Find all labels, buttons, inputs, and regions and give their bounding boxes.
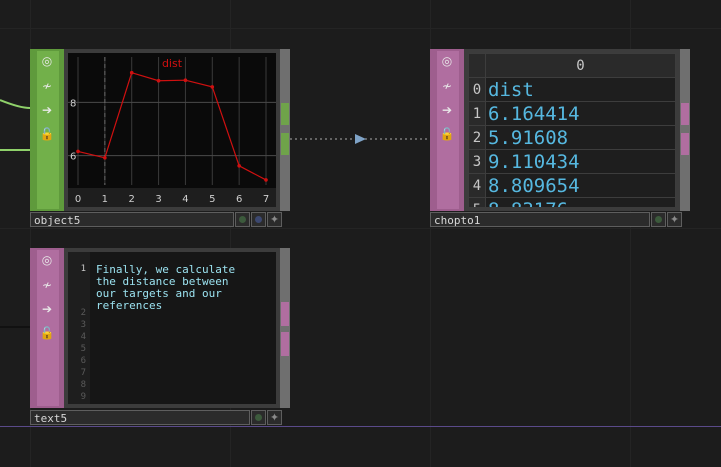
table-row: 3 9.110434 bbox=[468, 149, 676, 174]
data-point bbox=[103, 156, 107, 160]
node-name[interactable]: object5 bbox=[30, 212, 234, 227]
table-viewer[interactable]: 0 0 dist 1 6.164414 2 5.91608 3 9.110434 4 8.… bbox=[468, 53, 676, 207]
node-flags: ◎ ≁ ➔ 🔓 bbox=[30, 49, 64, 211]
text-editor[interactable]: 1 2 3 4 5 6 7 8 9 Finally, we calculate … bbox=[68, 252, 276, 404]
bypass-flag[interactable] bbox=[651, 212, 666, 227]
text5-node[interactable]: ◎ ≁ ➔ 🔓 1 2 3 4 5 6 7 8 9 Finally, we ca… bbox=[30, 248, 290, 428]
add-flag[interactable]: ✦ bbox=[667, 212, 682, 227]
data-point bbox=[156, 78, 161, 83]
table-row: 4 8.809654 bbox=[468, 173, 676, 198]
x-tick-label: 5 bbox=[209, 194, 215, 205]
x-tick-label: 3 bbox=[155, 194, 161, 205]
cell: 5.91608 bbox=[485, 125, 676, 150]
output-connector[interactable] bbox=[681, 133, 689, 155]
add-flag[interactable]: ✦ bbox=[267, 212, 282, 227]
output-connector[interactable] bbox=[681, 103, 689, 125]
cell: 6.164414 bbox=[485, 101, 676, 126]
display-flag[interactable] bbox=[251, 212, 266, 227]
cell: 8.83176 bbox=[485, 197, 676, 207]
output-connector[interactable] bbox=[281, 133, 289, 155]
x-tick-label: 0 bbox=[75, 194, 81, 205]
lock-icon[interactable]: 🔓 bbox=[38, 324, 56, 342]
table-row: 58.83176 bbox=[468, 197, 676, 207]
cook-icon[interactable]: ≁ bbox=[38, 276, 56, 294]
data-point bbox=[264, 178, 268, 182]
table-row: 0 dist bbox=[468, 77, 676, 102]
cell: 8.809654 bbox=[485, 173, 676, 198]
x-tick-label: 4 bbox=[182, 194, 188, 205]
node-flags: ◎ ≁ ➔ 🔓 bbox=[30, 248, 64, 408]
output-strip bbox=[680, 49, 690, 211]
lock-icon[interactable]: 🔓 bbox=[438, 125, 456, 143]
node-flags: ◎ ≁ ➔ 🔓 bbox=[430, 49, 464, 211]
node-name[interactable]: chopto1 bbox=[430, 212, 650, 227]
cell: dist bbox=[485, 77, 676, 102]
cell: 9.110434 bbox=[485, 149, 676, 174]
data-point bbox=[76, 149, 80, 154]
x-tick-label: 6 bbox=[236, 194, 242, 205]
bypass-flag[interactable] bbox=[235, 212, 250, 227]
output-strip bbox=[280, 49, 290, 211]
line-numbers: 1 2 3 4 5 6 7 8 9 bbox=[68, 252, 90, 404]
viewer-toggle-icon[interactable]: ◎ bbox=[38, 251, 56, 269]
series-line-dist bbox=[77, 71, 267, 181]
object5-node[interactable]: ◎ ≁ ➔ 🔓 8 6 0 1 2 3 4 5 6 7 dist object5 ✦ bbox=[30, 49, 290, 229]
export-arrow-icon[interactable]: ➔ bbox=[38, 300, 56, 318]
y-tick-label: 6 bbox=[70, 152, 76, 163]
lock-icon[interactable]: 🔓 bbox=[38, 125, 56, 143]
output-connector[interactable] bbox=[281, 332, 289, 356]
viewer-toggle-icon[interactable]: ◎ bbox=[438, 52, 456, 70]
data-point bbox=[237, 164, 241, 168]
export-arrow-icon[interactable]: ➔ bbox=[38, 101, 56, 119]
column-header: 0 bbox=[485, 53, 676, 78]
output-strip bbox=[280, 248, 290, 408]
link-arrow-icon bbox=[355, 134, 366, 144]
table-row: 1 6.164414 bbox=[468, 101, 676, 126]
input-wire-1 bbox=[0, 99, 31, 109]
chart-viewer[interactable]: 8 6 0 1 2 3 4 5 6 7 dist bbox=[68, 53, 276, 207]
data-point bbox=[129, 70, 134, 75]
export-arrow-icon[interactable]: ➔ bbox=[438, 101, 456, 119]
data-point bbox=[183, 78, 188, 82]
output-connector[interactable] bbox=[281, 302, 289, 326]
data-point bbox=[210, 85, 215, 89]
output-connector[interactable] bbox=[281, 103, 289, 125]
x-axis-strip bbox=[68, 188, 276, 207]
bypass-flag[interactable] bbox=[251, 410, 266, 425]
dist-chart: 8 6 0 1 2 3 4 5 6 7 dist bbox=[68, 57, 276, 207]
node-name[interactable]: text5 bbox=[30, 410, 250, 425]
add-flag[interactable]: ✦ bbox=[267, 410, 282, 425]
data-table: 0 0 dist 1 6.164414 2 5.91608 3 9.110434 4 8.… bbox=[468, 53, 676, 207]
y-tick-label: 8 bbox=[70, 98, 76, 109]
x-tick-label: 2 bbox=[129, 194, 135, 205]
x-tick-label: 1 bbox=[102, 194, 108, 205]
table-row: 2 5.91608 bbox=[468, 125, 676, 150]
series-label: dist bbox=[162, 57, 183, 70]
cook-icon[interactable]: ≁ bbox=[438, 77, 456, 95]
text-content: Finally, we calculate the distance betwe… bbox=[96, 263, 236, 312]
chopto1-node[interactable]: ◎ ≁ ➔ 🔓 0 0 dist 1 6.164414 2 5.91608 3 9.11… bbox=[430, 49, 690, 229]
x-tick-label: 7 bbox=[263, 194, 269, 205]
cook-icon[interactable]: ≁ bbox=[38, 77, 56, 95]
viewer-toggle-icon[interactable]: ◎ bbox=[38, 52, 56, 70]
